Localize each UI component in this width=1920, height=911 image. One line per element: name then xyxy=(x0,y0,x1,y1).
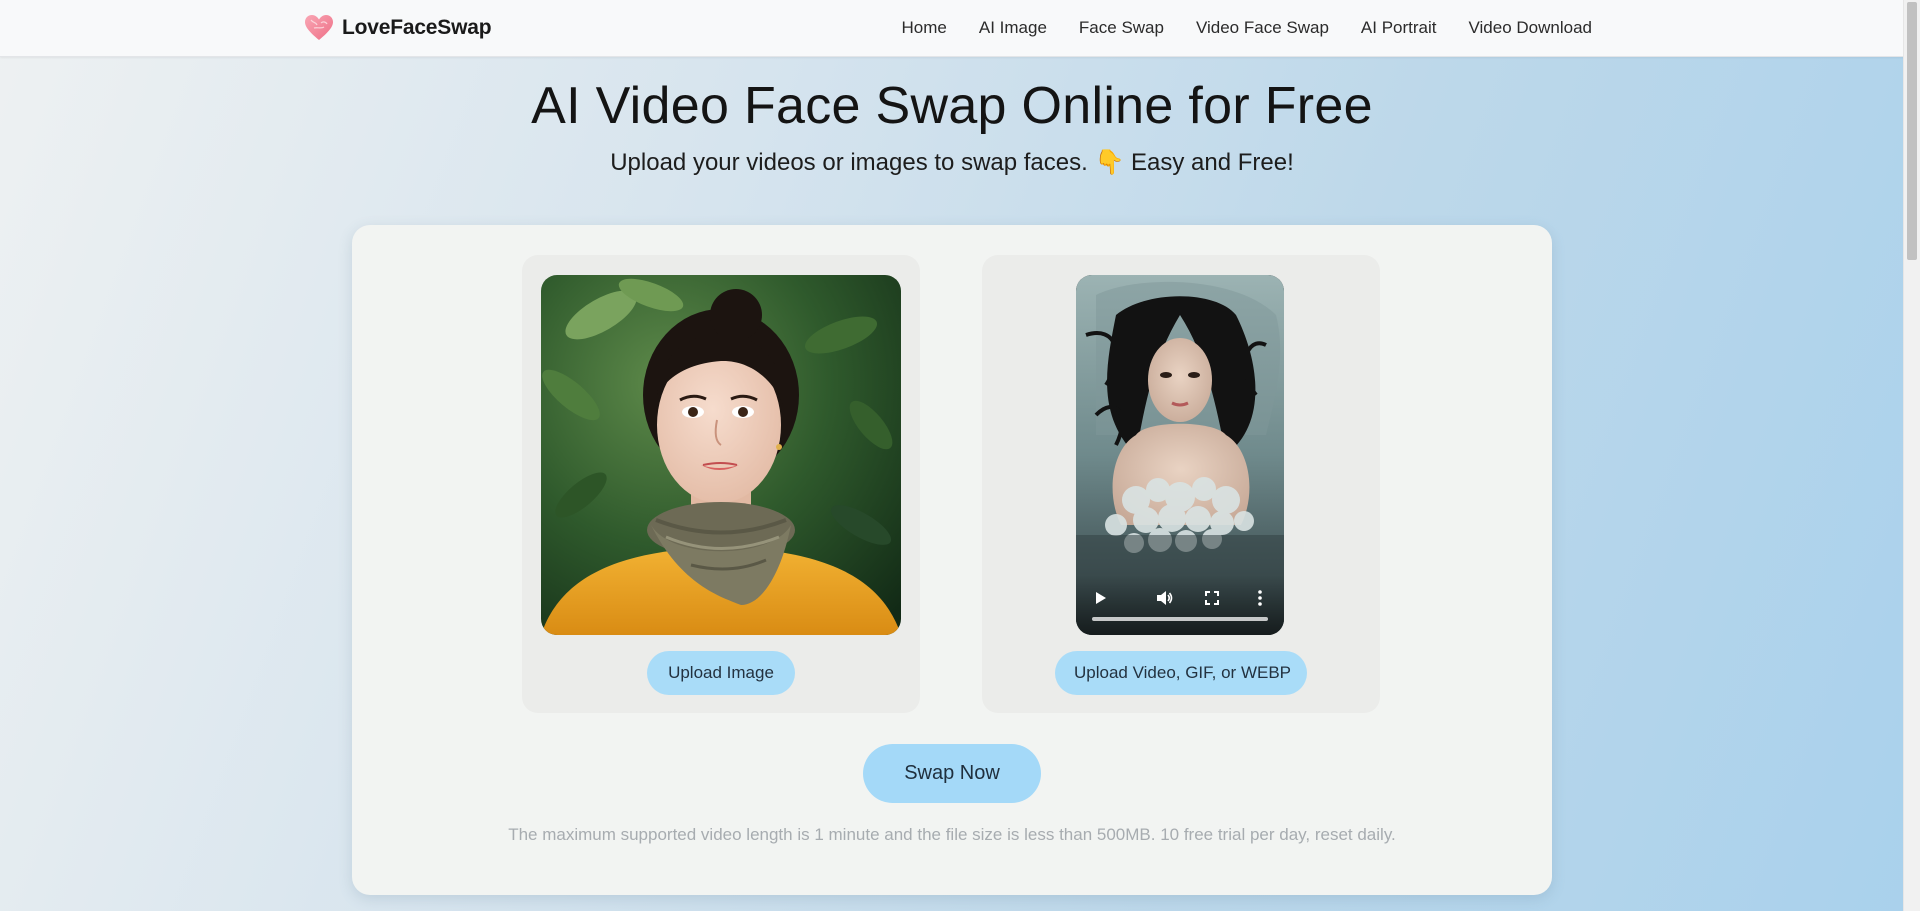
heart-icon xyxy=(304,14,334,42)
nav-link-ai-image[interactable]: AI Image xyxy=(979,18,1047,38)
page-subtitle: Upload your videos or images to swap fac… xyxy=(610,149,1294,176)
source-image-panel: Upload Image xyxy=(522,255,920,713)
volume-icon[interactable] xyxy=(1154,588,1174,608)
nav-link-home[interactable]: Home xyxy=(902,18,947,38)
nav-link-video-face-swap[interactable]: Video Face Swap xyxy=(1196,18,1329,38)
upload-video-button[interactable]: Upload Video, GIF, or WEBP xyxy=(1055,651,1307,695)
video-progress-bar[interactable] xyxy=(1092,617,1268,621)
more-options-icon[interactable] xyxy=(1250,588,1270,608)
page-title: AI Video Face Swap Online for Free xyxy=(531,77,1373,135)
page-scrollbar[interactable] xyxy=(1903,0,1920,911)
target-video-player[interactable] xyxy=(1076,275,1284,635)
nav-link-face-swap[interactable]: Face Swap xyxy=(1079,18,1164,38)
nav-link-ai-portrait[interactable]: AI Portrait xyxy=(1361,18,1437,38)
top-navbar: LoveFaceSwap Home AI Image Face Swap Vid… xyxy=(0,0,1904,57)
swap-now-button[interactable]: Swap Now xyxy=(863,744,1041,803)
scrollbar-thumb[interactable] xyxy=(1907,2,1917,260)
target-video-panel: Upload Video, GIF, or WEBP xyxy=(982,255,1380,713)
video-controls-bar xyxy=(1076,575,1284,635)
usage-limits-note: The maximum supported video length is 1 … xyxy=(508,825,1396,844)
face-swap-card: Upload Image Upload Video, GIF, or WEBP … xyxy=(352,225,1552,895)
upload-image-button[interactable]: Upload Image xyxy=(647,651,795,695)
brand-name: LoveFaceSwap xyxy=(342,16,492,39)
play-icon[interactable] xyxy=(1090,588,1110,608)
brand-logo-link[interactable]: LoveFaceSwap xyxy=(304,13,492,43)
nav-link-video-download[interactable]: Video Download xyxy=(1469,18,1593,38)
main-nav: Home AI Image Face Swap Video Face Swap … xyxy=(902,0,1592,56)
fullscreen-icon[interactable] xyxy=(1202,588,1222,608)
source-face-image xyxy=(541,275,901,635)
